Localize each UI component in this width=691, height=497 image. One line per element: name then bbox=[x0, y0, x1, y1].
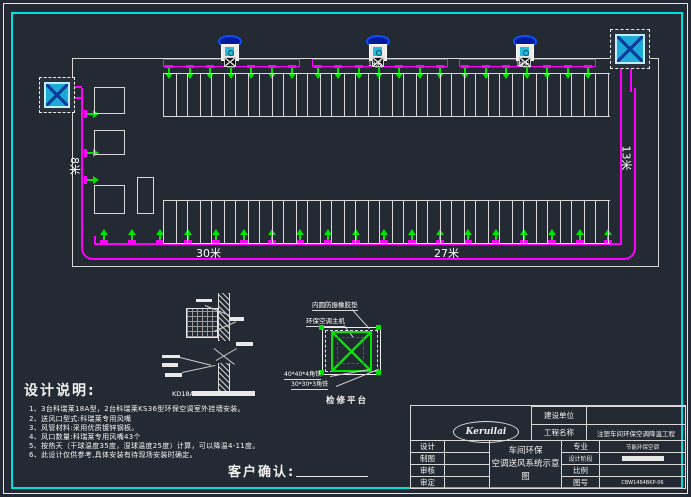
leader-label-bar bbox=[162, 363, 178, 367]
cad-drawing-sheet: 18米 18米 8米 13米 30米 27米 KD18A 内圆防振橡胶垫 环保空… bbox=[0, 0, 691, 497]
redacted-stage-bar bbox=[622, 456, 664, 461]
room-box bbox=[94, 87, 125, 114]
corner-node bbox=[319, 325, 324, 330]
machine-box bbox=[137, 177, 154, 214]
customer-confirm-signature-line bbox=[296, 476, 368, 477]
room-box bbox=[94, 185, 125, 214]
cooler-base-dashed bbox=[337, 337, 364, 364]
owner-value bbox=[586, 406, 685, 424]
unit-spacing-label: 18米 bbox=[368, 59, 382, 68]
corner-node bbox=[376, 370, 381, 375]
owner-label: 建设单位 bbox=[531, 406, 586, 424]
company-logo-text: Keruilai bbox=[466, 427, 507, 437]
meta-label: 设计阶段 bbox=[561, 452, 599, 464]
wall-mounted-unit bbox=[186, 308, 218, 338]
leader-label-bar bbox=[230, 317, 244, 321]
detail-a-tag-bar bbox=[192, 391, 255, 396]
sign-row-label: 设计 bbox=[411, 440, 444, 452]
sign-row-label: 审核 bbox=[411, 464, 444, 476]
meta-value-drawing-no: CBW1464BKP-06 bbox=[599, 476, 685, 488]
dimension-right-height: 13米 bbox=[619, 146, 635, 171]
machine-row-top bbox=[163, 73, 610, 117]
dimension-bottom-right: 27米 bbox=[434, 245, 459, 261]
sign-row-label: 制图 bbox=[411, 452, 444, 464]
sign-row-value bbox=[444, 452, 489, 464]
design-note: 6、此设计仅供参考,具体安装有待现场安装时确定。 bbox=[29, 450, 197, 460]
project-name-label: 工程名称 bbox=[531, 424, 586, 440]
evaporative-cooler-unit-right bbox=[610, 29, 650, 69]
project-name-value: 注塑车间环保空调降温工程 bbox=[586, 424, 685, 440]
customer-confirm-label: 客户确认: bbox=[228, 461, 295, 480]
leader-label-bar bbox=[236, 342, 253, 346]
sign-row-value bbox=[444, 476, 489, 488]
drawing-title-line2: 空调送风系统示意图 bbox=[490, 458, 561, 484]
wall-section-hatch-upper bbox=[218, 293, 230, 341]
meta-value-specialty: 节能环保空调 bbox=[599, 440, 685, 452]
meta-label: 图号 bbox=[561, 476, 599, 488]
design-note: 1、3台科瑞莱18A型，2台科瑞莱KS36型环保空调室外挂墙安装。 bbox=[29, 404, 245, 414]
title-block: Keruilai 建设单位 工程名称 注塑车间环保空调降温工程 设计 制图 审核… bbox=[410, 405, 686, 489]
dimension-left-height: 8米 bbox=[67, 157, 83, 175]
air-outlet-right-icon bbox=[84, 176, 100, 184]
duct-bottom-header-elbow bbox=[94, 236, 96, 245]
room-box bbox=[94, 130, 125, 155]
label-cooler-host: 环保空调主机 bbox=[306, 315, 345, 327]
damper-icon bbox=[224, 57, 236, 67]
unit-spacing-label: 18米 bbox=[516, 59, 530, 68]
sign-row-value bbox=[444, 464, 489, 476]
air-outlet-icon bbox=[128, 228, 136, 243]
dimension-bottom-left: 30米 bbox=[196, 245, 221, 261]
sign-row-label: 审定 bbox=[411, 476, 444, 488]
evaporative-cooler-unit-left bbox=[39, 77, 75, 113]
drawing-title-line1: 车间环保 bbox=[508, 445, 542, 458]
meta-value-stage bbox=[599, 452, 685, 464]
leader-label-bar bbox=[162, 355, 180, 358]
air-outlet-icon bbox=[100, 228, 108, 243]
leader-label-bar bbox=[165, 373, 182, 377]
leader-label-bar bbox=[196, 299, 212, 302]
meta-label: 专业 bbox=[561, 440, 599, 452]
cooler-fan-icon bbox=[615, 34, 645, 64]
sign-row-value bbox=[444, 440, 489, 452]
meta-value-scale bbox=[599, 464, 685, 476]
meta-label: 比例 bbox=[561, 464, 599, 476]
design-notes-heading: 设计说明: bbox=[24, 380, 96, 400]
cooler-fan-icon bbox=[44, 82, 70, 108]
label-angle-steel-small: 30*30*3角铁 bbox=[291, 379, 328, 390]
detail-a-tag: KD18A bbox=[172, 390, 194, 398]
corner-node bbox=[376, 325, 381, 330]
machine-row-bottom bbox=[163, 200, 610, 244]
drawing-title: 车间环保 空调送风系统示意图 bbox=[489, 440, 561, 488]
detail-b-title: 检修平台 bbox=[326, 394, 368, 406]
